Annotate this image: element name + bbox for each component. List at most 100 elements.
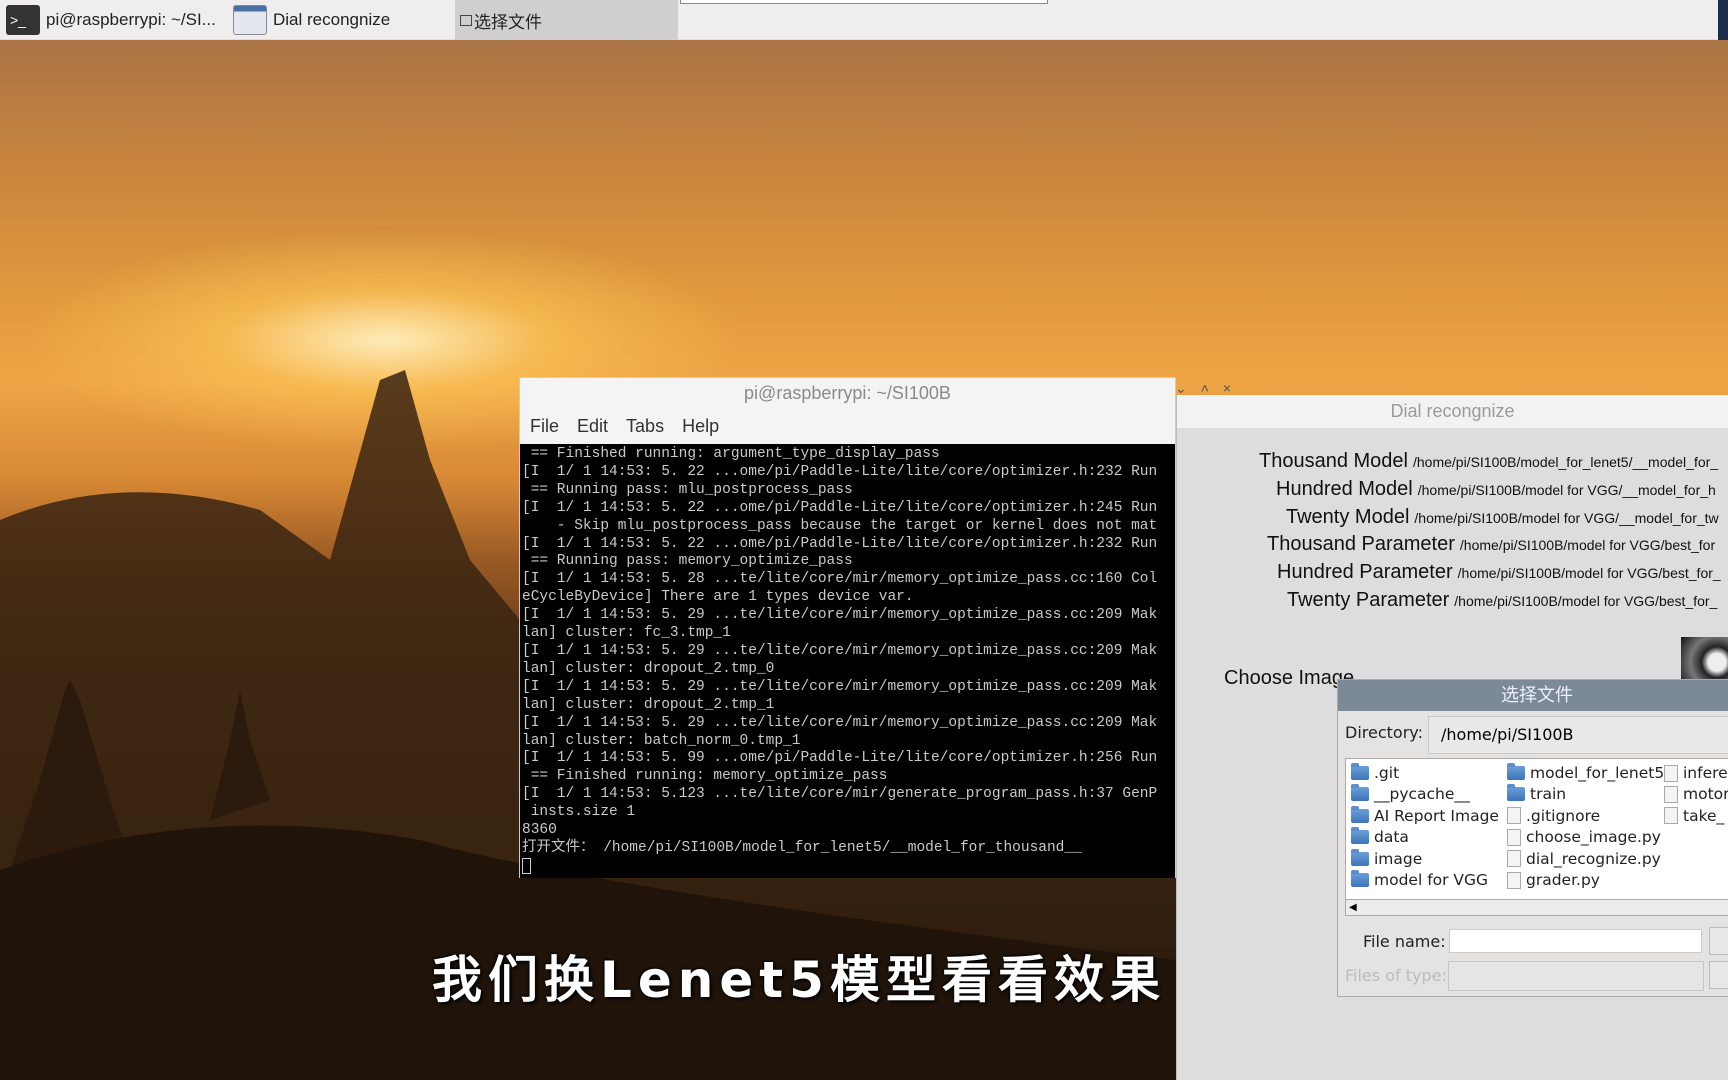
file-list-item[interactable]: take_ xyxy=(1664,807,1724,825)
folder-icon xyxy=(1507,784,1525,802)
file-item-name: model for VGG xyxy=(1374,871,1489,889)
file-item-name: data xyxy=(1374,828,1409,847)
file-icon xyxy=(1664,764,1678,782)
terminal-line: lan] cluster: batch_norm_0.tmp_1 xyxy=(522,732,801,749)
taskbar-label: pi@raspberrypi: ~/SI... xyxy=(46,10,216,29)
menu-edit[interactable]: Edit xyxy=(577,416,608,437)
subtitle-text: 我们换Lenet5模型看看效果 xyxy=(432,951,1166,1009)
file-list-item[interactable]: .gitignore xyxy=(1507,807,1600,825)
terminal-line: [I 1/ 1 14:53: 5. 29 ...te/lite/core/mir… xyxy=(522,607,1158,624)
taskbar-item-terminal[interactable]: >_ pi@raspberrypi: ~/SI... xyxy=(6,0,216,40)
taskbar-item-file-dialog[interactable]: 选择文件 xyxy=(455,0,678,40)
menu-help[interactable]: Help xyxy=(682,416,719,437)
terminal-line: [I 1/ 1 14:53: 5. 22 ...ome/pi/Paddle-Li… xyxy=(522,535,1158,552)
folder-icon xyxy=(1351,848,1369,866)
dial-path-label: Thousand Parameter xyxy=(1267,533,1455,555)
terminal-line: [I 1/ 1 14:53: 5.123 ...te/lite/core/mir… xyxy=(522,786,1158,803)
file-list-item[interactable]: model_for_lenet5 xyxy=(1507,763,1665,782)
dial-path-value: /home/pi/SI100B/model for VGG/best_for_ xyxy=(1457,565,1721,581)
file-list-item[interactable]: image xyxy=(1351,848,1422,868)
folder-icon xyxy=(1351,805,1369,823)
folder-icon xyxy=(1351,763,1369,780)
directory-label: Directory: xyxy=(1345,723,1423,742)
dial-path-label: Twenty Parameter xyxy=(1287,589,1450,611)
terminal-line: [I 1/ 1 14:53: 5. 28 ...te/lite/core/mir… xyxy=(522,571,1158,588)
file-list-item[interactable]: __pycache__ xyxy=(1351,784,1470,803)
dial-path-value: /home/pi/SI100B/model for VGG/best_for_ xyxy=(1454,593,1718,609)
minimize-icon[interactable]: ⌄ xyxy=(1175,380,1201,396)
file-list-item[interactable]: infere xyxy=(1664,764,1728,782)
terminal-line: 8360 xyxy=(522,822,557,839)
file-list-item[interactable]: dial_recognize.py xyxy=(1507,850,1661,868)
file-item-name: .git xyxy=(1374,764,1400,782)
dial-path-label: Twenty Model xyxy=(1286,506,1410,528)
taskbar: >_ pi@raspberrypi: ~/SI... Dial recongni… xyxy=(0,0,1728,40)
terminal-line: lan] cluster: fc_3.tmp_1 xyxy=(522,625,731,642)
file-list-item[interactable]: AI Report Image xyxy=(1351,805,1499,825)
terminal-line: [I 1/ 1 14:53: 5. 22 ...ome/pi/Paddle-Li… xyxy=(522,499,1158,516)
terminal-line: [I 1/ 1 14:53: 5. 29 ...te/lite/core/mir… xyxy=(522,642,1158,659)
dial-path-row: Hundred Model/home/pi/SI100B/model for V… xyxy=(1276,478,1716,501)
choose-image-label: Choose Image xyxy=(1224,667,1355,689)
file-item-name: train xyxy=(1530,785,1567,804)
file-list-item[interactable]: motor xyxy=(1664,785,1728,803)
folder-icon xyxy=(1351,784,1369,802)
choose-image-row: Choose Image xyxy=(1224,667,1354,690)
dial-path-value: /home/pi/SI100B/model for VGG/best_for xyxy=(1459,537,1716,553)
file-list-item[interactable]: choose_image.py xyxy=(1507,828,1661,846)
file-icon xyxy=(1507,871,1521,889)
close-icon[interactable]: × xyxy=(1223,380,1245,396)
dial-path-value: /home/pi/SI100B/model for VGG/__model_fo… xyxy=(1414,510,1719,526)
terminal-window: pi@raspberrypi: ~/SI100B File Edit Tabs … xyxy=(519,377,1176,878)
folder-icon xyxy=(1507,763,1525,780)
terminal-output[interactable]: == Finished running: argument_type_displ… xyxy=(520,444,1175,878)
taskbar-panel-slot xyxy=(680,0,1048,4)
terminal-line: == Finished running: argument_type_displ… xyxy=(522,446,940,462)
file-item-name: infere xyxy=(1683,764,1728,782)
terminal-line: == Running pass: memory_optimize_pass xyxy=(522,553,853,570)
terminal-line: 打开文件： /home/pi/SI100B/model_for_lenet5/_… xyxy=(522,839,1082,856)
terminal-line: insts.size 1 xyxy=(522,804,636,821)
dial-path-row: Thousand Model/home/pi/SI100B/model_for_… xyxy=(1259,450,1718,473)
dial-window-title: Dial recongnize xyxy=(1177,395,1728,428)
file-item-name: grader.py xyxy=(1526,871,1600,889)
file-icon xyxy=(1507,828,1521,846)
file-icon xyxy=(1664,807,1678,825)
directory-combobox[interactable]: /home/pi/SI100B xyxy=(1428,716,1728,754)
file-list-item[interactable]: model for VGG xyxy=(1351,870,1489,889)
file-list[interactable]: .git __pycache__ AI Report Image data image m… xyxy=(1345,758,1728,916)
scroll-left-icon[interactable]: ◀ xyxy=(1349,902,1357,913)
taskbar-label: 选择文件 xyxy=(474,12,542,32)
menu-file[interactable]: File xyxy=(530,416,559,437)
taskbar-item-dial[interactable]: Dial recongnize xyxy=(233,0,390,40)
dial-path-label: Hundred Parameter xyxy=(1277,561,1453,583)
dial-path-value: /home/pi/SI100B/model for VGG/__model_fo… xyxy=(1417,482,1716,498)
file-list-item[interactable]: .git xyxy=(1351,763,1400,782)
terminal-cursor xyxy=(522,857,531,874)
horizontal-scrollbar[interactable]: ◀ xyxy=(1346,899,1728,915)
file-dialog-title: 选择文件 xyxy=(1338,680,1728,711)
dial-path-row: Hundred Parameter/home/pi/SI100B/model f… xyxy=(1277,561,1721,584)
file-icon xyxy=(1664,785,1678,803)
terminal-line: == Running pass: mlu_postprocess_pass xyxy=(522,481,853,498)
file-list-item[interactable]: train xyxy=(1507,784,1567,804)
file-item-name: .gitignore xyxy=(1526,806,1601,825)
maximize-icon[interactable]: ˄ xyxy=(1201,380,1223,396)
terminal-line: - Skip mlu_postprocess_pass because the … xyxy=(522,517,1158,534)
file-item-name: AI Report Image xyxy=(1374,806,1499,825)
terminal-line: lan] cluster: dropout_2.tmp_1 xyxy=(522,696,775,713)
video-subtitle: 我们换Lenet5模型看看效果 xyxy=(0,940,1728,1012)
file-list-item[interactable]: data xyxy=(1351,827,1409,847)
file-item-name: motor xyxy=(1683,785,1728,804)
terminal-line: [I 1/ 1 14:53: 5. 99 ...ome/pi/Paddle-Li… xyxy=(522,750,1158,767)
terminal-line: [I 1/ 1 14:53: 5. 22 ...ome/pi/Paddle-Li… xyxy=(522,463,1158,480)
taskbar-label: Dial recongnize xyxy=(273,10,391,29)
file-list-item[interactable]: grader.py xyxy=(1507,871,1600,889)
file-icon xyxy=(1507,850,1521,868)
file-item-name: dial_recognize.py xyxy=(1526,849,1661,868)
folder-icon xyxy=(1351,870,1369,887)
dial-path-label: Hundred Model xyxy=(1276,478,1413,500)
file-icon xyxy=(1507,807,1521,825)
menu-tabs[interactable]: Tabs xyxy=(626,416,664,437)
file-item-name: model_for_lenet5 xyxy=(1530,764,1665,782)
